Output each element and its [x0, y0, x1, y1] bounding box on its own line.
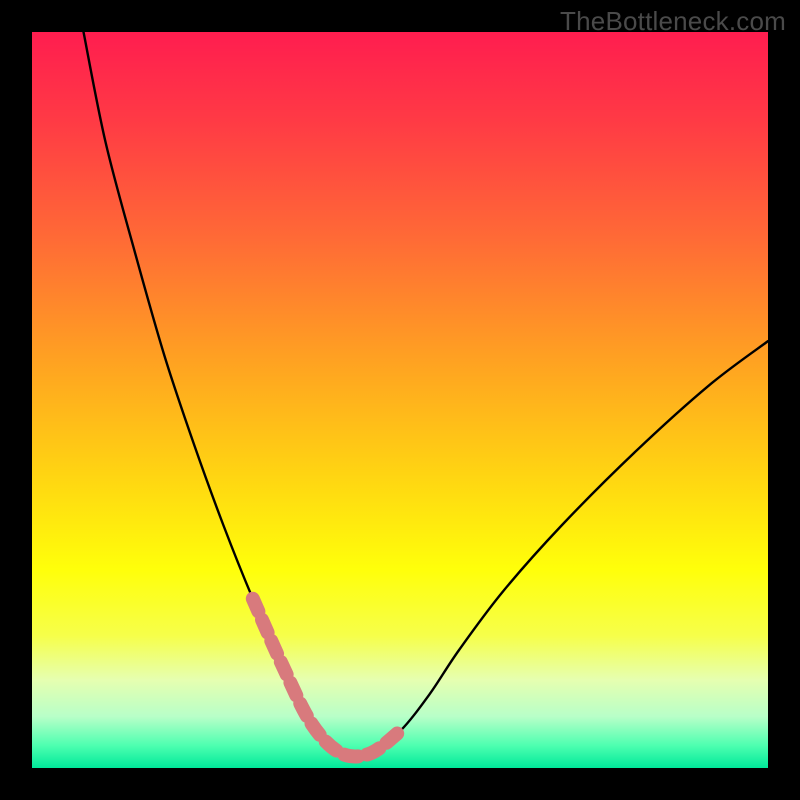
- plot-area: [32, 32, 768, 768]
- bottleneck-curve-optimal-highlight: [253, 599, 400, 757]
- bottleneck-curve: [84, 32, 768, 757]
- curve-layer: [32, 32, 768, 768]
- watermark-text: TheBottleneck.com: [560, 6, 786, 37]
- outer-black-frame: TheBottleneck.com: [0, 0, 800, 800]
